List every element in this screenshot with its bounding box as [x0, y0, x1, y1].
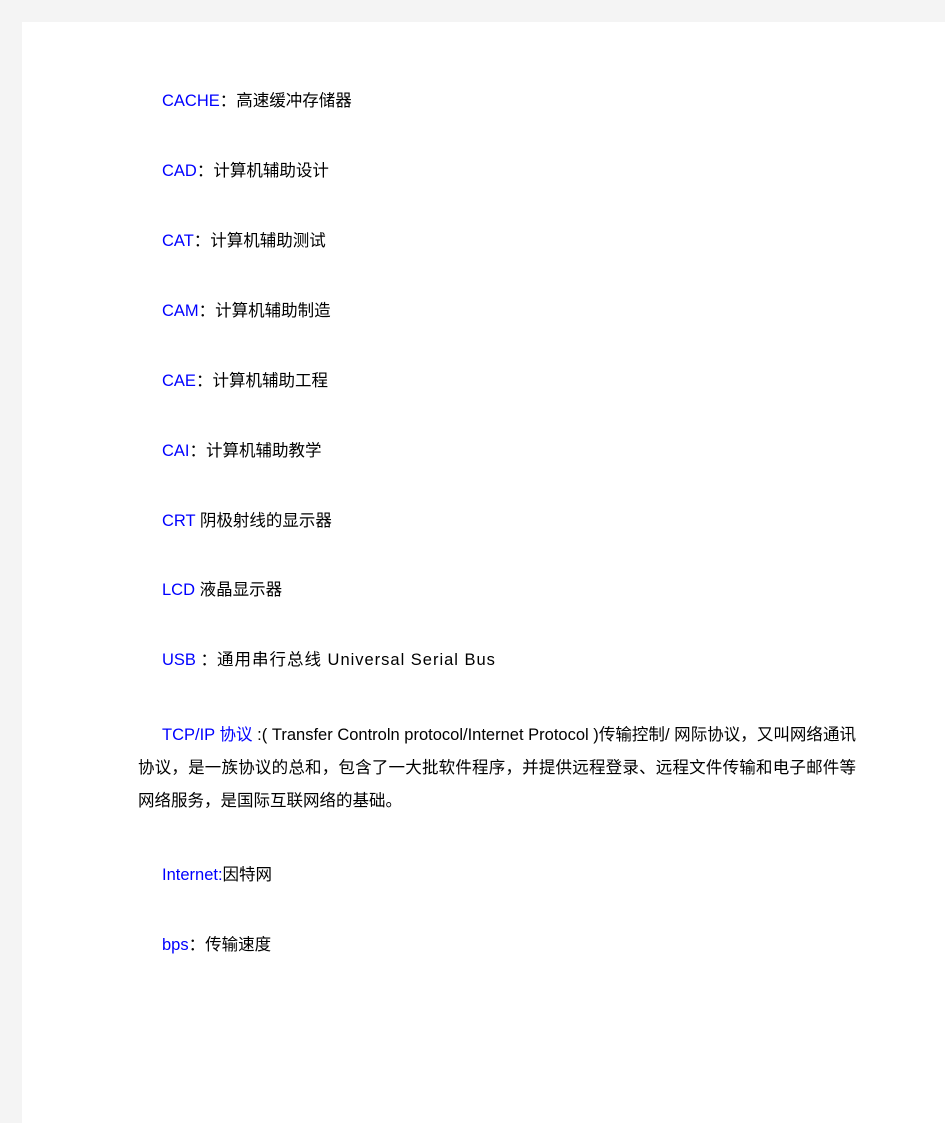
glossary-definition: 高速缓冲存储器: [236, 92, 352, 110]
glossary-entry-cae: CAE：计算机辅助工程: [138, 370, 856, 394]
glossary-definition: 计算机辅助制造: [215, 301, 331, 320]
glossary-term: CAM: [162, 301, 199, 320]
glossary-term: CACHE: [162, 92, 220, 110]
glossary-definition: 传输速度: [205, 936, 272, 955]
glossary-separator: ：: [195, 651, 218, 670]
glossary-separator: ：: [198, 301, 216, 320]
glossary-definition: 计算机辅助设计: [213, 161, 329, 180]
glossary-term: CAE: [162, 371, 196, 390]
glossary-definition: 阴极射线的显示器: [199, 511, 332, 530]
glossary-separator: ：: [195, 371, 213, 390]
glossary-definition: 因特网: [222, 866, 273, 885]
glossary-entry-internet: Internet:因特网: [138, 864, 856, 888]
document-page: CACHE：高速缓冲存储器 CAD：计算机辅助设计 CAT：计算机辅助测试 CA…: [22, 22, 945, 1123]
glossary-entry-usb: USB ：通用串行总线 Universal Serial Bus: [138, 649, 856, 673]
glossary-entry-cache: CACHE：高速缓冲存储器: [138, 90, 856, 114]
glossary-term: bps: [162, 936, 189, 955]
glossary-term: TCP/IP 协议: [162, 726, 253, 745]
glossary-term: Internet:: [162, 866, 223, 885]
glossary-entry-lcd: LCD 液晶显示器: [138, 579, 856, 603]
glossary-definition: 计算机辅助工程: [212, 371, 328, 390]
glossary-entry-cai: CAI：计算机辅助教学: [138, 440, 856, 464]
glossary-entry-crt: CRT 阴极射线的显示器: [138, 510, 856, 534]
glossary-term: CAD: [162, 161, 197, 180]
glossary-paragraph-tcpip: TCP/IP 协议 :( Transfer Controln protocol/…: [138, 719, 856, 818]
glossary-entry-cad: CAD：计算机辅助设计: [138, 160, 856, 184]
glossary-term: USB: [162, 651, 196, 670]
glossary-definition: 液晶显示器: [199, 581, 283, 600]
glossary-entry-cat: CAT：计算机辅助测试: [138, 230, 856, 254]
glossary-separator: ：: [193, 231, 211, 250]
glossary-definition: 计算机辅助教学: [206, 441, 322, 460]
glossary-separator: ：: [219, 92, 237, 110]
glossary-term: CAT: [162, 231, 194, 250]
glossary-definition: 通用串行总线 Universal Serial Bus: [217, 651, 496, 670]
glossary-separator: ：: [196, 161, 214, 180]
glossary-term: LCD: [162, 581, 196, 600]
glossary-definition: 计算机辅助测试: [210, 231, 326, 250]
glossary-term: CAI: [162, 441, 190, 460]
glossary-entry-bps: bps：传输速度: [138, 934, 856, 958]
glossary-separator: ：: [188, 936, 206, 955]
document-content: CACHE：高速缓冲存储器 CAD：计算机辅助设计 CAT：计算机辅助测试 CA…: [138, 90, 856, 958]
glossary-term: CRT: [162, 511, 196, 530]
glossary-entry-cam: CAM：计算机辅助制造: [138, 300, 856, 324]
glossary-separator: ：: [189, 441, 207, 460]
